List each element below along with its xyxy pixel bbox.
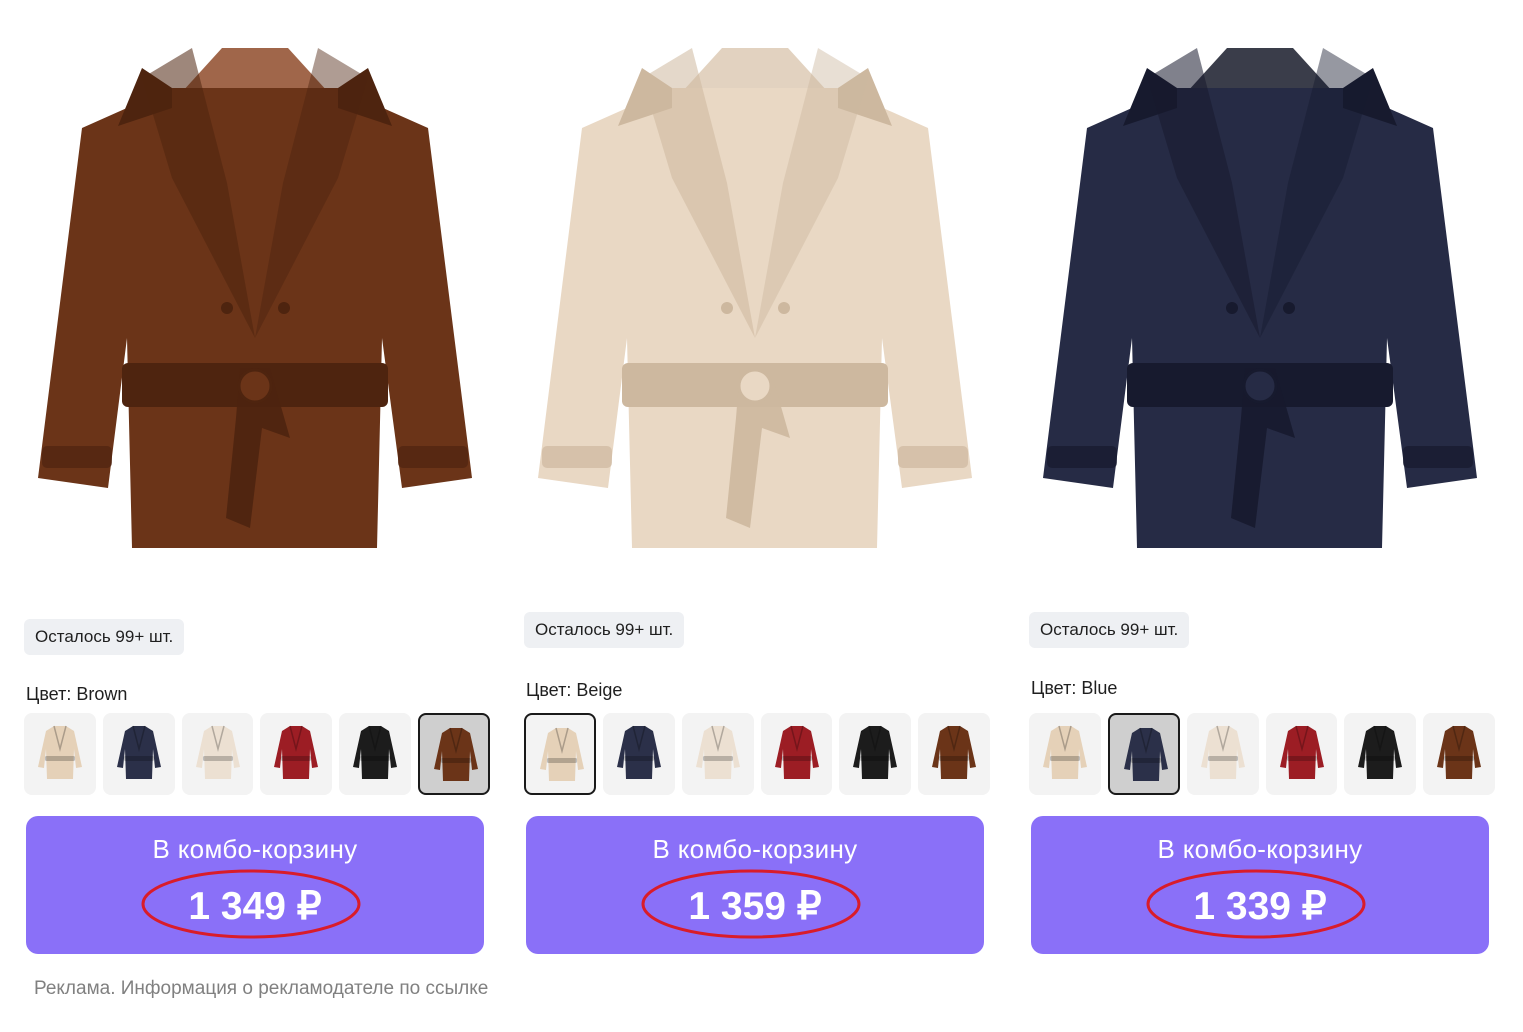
color-swatch-red[interactable]	[760, 713, 833, 795]
color-swatches	[24, 713, 490, 797]
color-swatch-red[interactable]	[260, 713, 333, 795]
product-card-beige: Осталось 99+ шт. Цвет: Beige В комбо-кор…	[522, 0, 990, 960]
color-swatch-brown[interactable]	[918, 713, 990, 795]
price: 1 339 ₽	[1193, 885, 1327, 928]
price: 1 349 ₽	[188, 885, 322, 928]
coat-image	[538, 48, 972, 548]
button-label: В комбо-корзину	[152, 834, 358, 864]
coat-thumbnail-icon	[274, 725, 319, 779]
color-swatch-black[interactable]	[839, 713, 912, 795]
stock-badge: Осталось 99+ шт.	[24, 619, 185, 655]
color-swatch-black[interactable]	[1344, 713, 1417, 795]
color-label: Цвет: Blue	[1031, 678, 1118, 698]
coat-thumbnail-icon	[1437, 725, 1482, 779]
coat-thumbnail-icon	[1358, 725, 1403, 779]
color-swatch-blue[interactable]	[1107, 713, 1180, 795]
color-swatches	[1029, 713, 1495, 797]
color-swatch-brown[interactable]	[1423, 713, 1495, 795]
color-swatch-blue[interactable]	[602, 713, 675, 795]
color-swatch-beige[interactable]	[24, 713, 96, 795]
color-swatch-blue[interactable]	[102, 713, 175, 795]
coat-thumbnail-icon	[695, 725, 740, 779]
product-card-brown: Осталось 99+ шт. Цвет: Brown В комбо-кор…	[22, 0, 490, 960]
product-card-blue: Осталось 99+ шт. Цвет: Blue В комбо-корз…	[1027, 0, 1495, 960]
add-to-combo-cart-button[interactable]: В комбо-корзину 1 359 ₽	[526, 816, 984, 954]
coat-thumbnail-icon	[353, 725, 398, 779]
stock-badge: Осталось 99+ шт.	[1029, 612, 1190, 648]
color-swatch-beige[interactable]	[524, 713, 596, 795]
ad-disclaimer[interactable]: Реклама. Информация о рекламодателе по с…	[34, 978, 488, 1000]
coat-thumbnail-icon	[853, 725, 898, 779]
coat-thumbnail-icon	[540, 727, 584, 781]
color-swatch-red[interactable]	[1265, 713, 1338, 795]
color-swatch-light-beige[interactable]	[681, 713, 754, 795]
coat-thumbnail-icon	[1043, 725, 1087, 779]
coat-thumbnail-icon	[434, 727, 479, 781]
coat-thumbnail-icon	[932, 725, 977, 779]
color-swatch-brown[interactable]	[418, 713, 490, 795]
color-swatch-beige[interactable]	[1029, 713, 1101, 795]
coat-thumbnail-icon	[1123, 727, 1168, 781]
coat-thumbnail-icon	[38, 725, 82, 779]
coat-image	[1043, 48, 1477, 548]
product-photo[interactable]	[522, 8, 988, 648]
product-photo[interactable]	[22, 8, 488, 648]
color-swatch-light-beige[interactable]	[1186, 713, 1259, 795]
coat-thumbnail-icon	[1279, 725, 1324, 779]
coat-thumbnail-icon	[1200, 725, 1245, 779]
product-photo[interactable]	[1027, 8, 1493, 648]
coat-image	[38, 48, 472, 548]
coat-thumbnail-icon	[616, 725, 661, 779]
coat-thumbnail-icon	[116, 725, 161, 779]
add-to-combo-cart-button[interactable]: В комбо-корзину 1 339 ₽	[1031, 816, 1489, 954]
price: 1 359 ₽	[688, 885, 822, 928]
color-swatches	[524, 713, 990, 797]
color-swatch-black[interactable]	[339, 713, 412, 795]
add-to-combo-cart-button[interactable]: В комбо-корзину 1 349 ₽	[26, 816, 484, 954]
color-swatch-light-beige[interactable]	[181, 713, 254, 795]
coat-thumbnail-icon	[774, 725, 819, 779]
color-label: Цвет: Beige	[526, 680, 623, 700]
coat-thumbnail-icon	[195, 725, 240, 779]
stock-badge: Осталось 99+ шт.	[524, 612, 685, 648]
button-label: В комбо-корзину	[1157, 834, 1363, 864]
button-label: В комбо-корзину	[652, 834, 858, 864]
color-label: Цвет: Brown	[26, 684, 128, 704]
